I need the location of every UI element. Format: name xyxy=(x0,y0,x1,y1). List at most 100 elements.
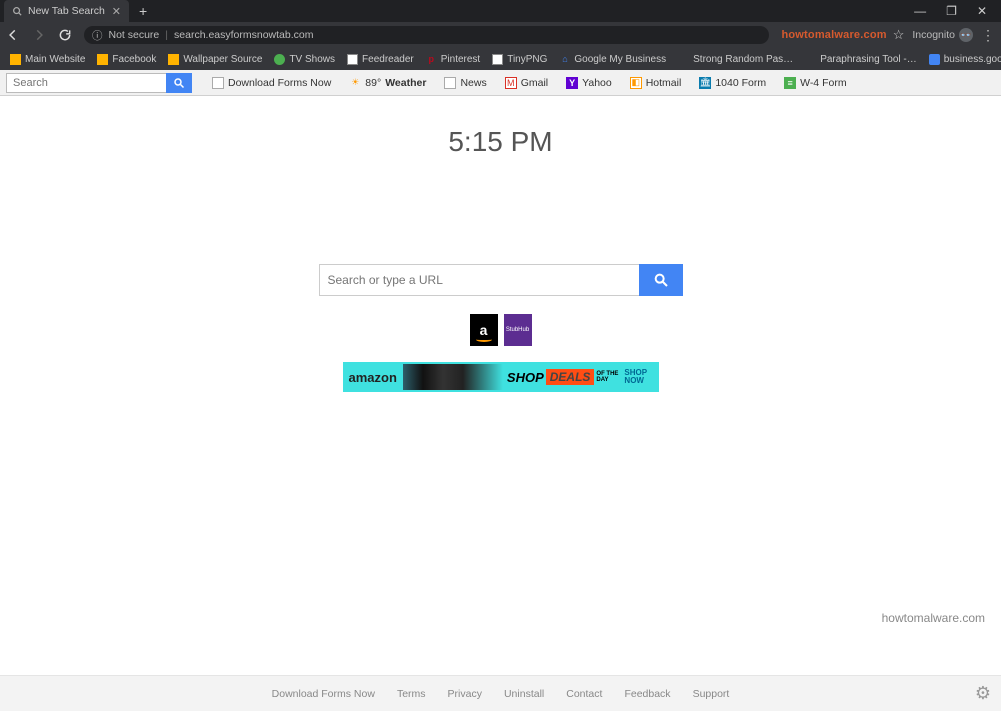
browser-tab[interactable]: New Tab Search ✕ xyxy=(4,0,129,22)
pin-icon: p xyxy=(426,54,437,65)
w4-icon: ≡ xyxy=(784,77,796,89)
footer-link[interactable]: Privacy xyxy=(448,688,482,700)
main-search xyxy=(319,264,683,296)
toolbar-link-prefix: 89° xyxy=(365,77,381,89)
toolbar-link[interactable]: ☀89° Weather xyxy=(349,77,426,89)
toolbar-link[interactable]: ◧ Hotmail xyxy=(630,77,682,89)
toolbar-link-label: Download Forms Now xyxy=(228,77,331,89)
weather-icon: ☀ xyxy=(349,77,361,89)
bookmark-label: Facebook xyxy=(112,54,156,65)
toolbar-link-label: Yahoo xyxy=(582,77,612,89)
url-field[interactable]: ⓘ Not secure | search.easyformsnowtab.co… xyxy=(84,26,769,44)
settings-gear-icon[interactable]: ⚙ xyxy=(975,683,991,704)
page-toolbar: Download Forms Now☀89° WeatherNewsMGmail… xyxy=(0,70,1001,96)
window-maximize-button[interactable]: ❐ xyxy=(946,4,957,18)
bookmark-item[interactable]: Feedreader xyxy=(343,54,418,65)
gmail-icon: M xyxy=(505,77,517,89)
bookmark-label: Google My Business xyxy=(574,54,666,65)
bookmark-star-icon[interactable]: ☆ xyxy=(893,27,905,43)
address-bar: ⓘ Not secure | search.easyformsnowtab.co… xyxy=(0,22,1001,48)
toolbar-link[interactable]: MGmail xyxy=(505,77,548,89)
nav-forward-button[interactable] xyxy=(32,28,46,42)
tab-close-icon[interactable]: ✕ xyxy=(112,5,121,18)
bookmark-label: Main Website xyxy=(25,54,85,65)
ad-brand: amazon xyxy=(343,370,403,385)
ad-text-ofday: OF THEDAY xyxy=(596,371,618,383)
bookmarks-bar: Main Website Facebook Wallpaper Source TV S… xyxy=(0,48,1001,70)
paper-icon xyxy=(347,54,358,65)
footer-link[interactable]: Terms xyxy=(397,688,426,700)
toolbar-link[interactable]: Download Forms Now xyxy=(212,77,331,89)
footer: Download Forms Now Terms Privacy Uninstall C… xyxy=(0,675,1001,711)
toolbar-link-label: Hotmail xyxy=(646,77,682,89)
gmb-icon: ⌂ xyxy=(559,54,570,65)
nav-back-button[interactable] xyxy=(6,28,20,42)
incognito-icon: 👓 xyxy=(959,28,973,42)
tile-amazon[interactable]: a xyxy=(470,314,498,346)
toolbar-link-label: W-4 Form xyxy=(800,77,846,89)
browser-menu-button[interactable]: ⋮ xyxy=(981,27,995,44)
bookmark-item[interactable]: Main Website xyxy=(6,54,89,65)
bookmark-item[interactable]: Strong Random Pas… xyxy=(674,54,797,65)
footer-link[interactable]: Feedback xyxy=(624,688,670,700)
footer-link[interactable]: Download Forms Now xyxy=(272,688,375,700)
ad-text-deals: DEALS xyxy=(546,369,595,385)
green-icon xyxy=(274,54,285,65)
bookmark-label: TV Shows xyxy=(289,54,335,65)
bookmark-label: Wallpaper Source xyxy=(183,54,262,65)
ad-text-shop: SHOP xyxy=(507,370,544,385)
bookmark-item[interactable]: p Pinterest xyxy=(422,54,484,65)
page-main: 5:15 PM a StubHub amazon SHOP DEALS OF T… xyxy=(0,96,1001,675)
bookmark-item[interactable]: ⌂ Google My Business xyxy=(555,54,670,65)
bookmark-item[interactable]: Paraphrasing Tool -… xyxy=(801,54,921,65)
paper-icon xyxy=(212,77,224,89)
ad-devices-image xyxy=(403,364,503,390)
window-close-button[interactable]: ✕ xyxy=(977,4,987,18)
footer-link[interactable]: Contact xyxy=(566,688,602,700)
ptool-icon xyxy=(805,54,816,65)
toolbar-link[interactable]: ≡ W-4 Form xyxy=(784,77,846,89)
tile-stubhub[interactable]: StubHub xyxy=(504,314,532,346)
bookmark-item[interactable]: Wallpaper Source xyxy=(164,54,266,65)
paper-icon xyxy=(492,54,503,65)
bookmark-label: Strong Random Pas… xyxy=(693,54,793,65)
bookmark-item[interactable]: TV Shows xyxy=(270,54,339,65)
bookmark-item[interactable]: Facebook xyxy=(93,54,160,65)
clock: 5:15 PM xyxy=(448,126,552,158)
toolbar-search-button[interactable] xyxy=(166,73,192,93)
footer-link[interactable]: Support xyxy=(693,688,730,700)
google-icon xyxy=(929,54,940,65)
window-titlebar: New Tab Search ✕ + — ❐ ✕ xyxy=(0,0,1001,22)
new-tab-button[interactable]: + xyxy=(129,3,157,19)
toolbar-search xyxy=(6,73,192,93)
tab-title: New Tab Search xyxy=(28,5,105,17)
security-status: Not secure xyxy=(109,29,160,41)
ad-cta: SHOPNOW xyxy=(624,369,647,385)
toolbar-link[interactable]: News xyxy=(444,77,486,89)
window-minimize-button[interactable]: — xyxy=(914,4,926,18)
nav-reload-button[interactable] xyxy=(58,28,72,42)
bookmark-item[interactable]: business.google.com xyxy=(925,54,1001,65)
bookmark-label: TinyPNG xyxy=(507,54,547,65)
bookmark-label: Feedreader xyxy=(362,54,414,65)
hotmail-icon: ◧ xyxy=(630,77,642,89)
toolbar-search-input[interactable] xyxy=(6,73,166,93)
site-info-icon[interactable]: ⓘ xyxy=(92,28,103,43)
toolbar-link[interactable]: 🏛1040 Form xyxy=(699,77,766,89)
url-text: search.easyformsnowtab.com xyxy=(174,29,313,41)
yellow-icon xyxy=(97,54,108,65)
tab-favicon xyxy=(12,6,22,16)
toolbar-link[interactable]: YYahoo xyxy=(566,77,612,89)
yellow-icon xyxy=(10,54,21,65)
bookmark-label: Pinterest xyxy=(441,54,480,65)
amazon-ad-banner[interactable]: amazon SHOP DEALS OF THEDAY SHOPNOW xyxy=(343,362,659,392)
bookmark-item[interactable]: TinyPNG xyxy=(488,54,551,65)
quick-tiles: a StubHub xyxy=(470,314,532,346)
bookmark-label: Paraphrasing Tool -… xyxy=(820,54,917,65)
footer-link[interactable]: Uninstall xyxy=(504,688,544,700)
toolbar-link-label: News xyxy=(460,77,486,89)
main-search-button[interactable] xyxy=(639,264,683,296)
bookmark-label: business.google.com xyxy=(944,54,1001,65)
main-search-input[interactable] xyxy=(319,264,639,296)
page-watermark: howtomalware.com xyxy=(882,611,985,625)
